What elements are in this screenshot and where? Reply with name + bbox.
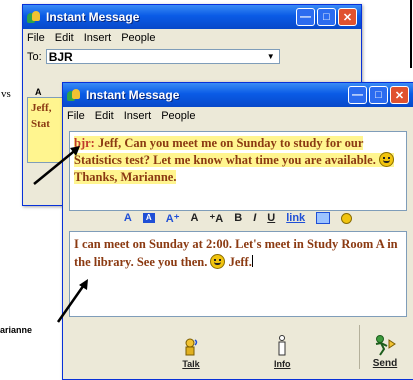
messenger-icon (27, 11, 41, 23)
front-menubar: File Edit Insert People (63, 107, 413, 124)
info-button[interactable]: Info (274, 335, 291, 369)
smiley-icon (210, 254, 226, 269)
insert-image-icon[interactable] (316, 212, 331, 224)
menu-people[interactable]: People (121, 32, 155, 44)
talk-icon (185, 338, 198, 356)
side-snippet-upper: vs (1, 88, 11, 100)
insert-link-button[interactable]: link (286, 212, 305, 224)
menu-people[interactable]: People (161, 110, 195, 122)
front-window-title: Instant Message (86, 88, 180, 102)
to-row: To: BJR ▼ (23, 46, 361, 67)
to-field[interactable]: BJR ▼ (45, 49, 280, 64)
received-message: bjr: Jeff, Can you meet me on Sunday to … (74, 136, 394, 184)
back-tab-letter: A (35, 87, 42, 97)
maximize-button[interactable]: □ (317, 8, 336, 26)
text-color-button[interactable]: A (124, 212, 132, 224)
sender-name: bjr (74, 136, 91, 150)
received-message-pane: bjr: Jeff, Can you meet me on Sunday to … (69, 131, 407, 211)
front-im-window[interactable]: Instant Message — □ ✕ File Edit Insert P… (62, 82, 413, 380)
close-button[interactable]: ✕ (390, 86, 409, 104)
format-toolbar: A A A⁺ A ⁺A B I U link (69, 208, 407, 228)
font-normal-button[interactable]: A (191, 212, 199, 224)
menu-insert[interactable]: Insert (124, 110, 152, 122)
dropdown-arrow-icon[interactable]: ▼ (267, 52, 279, 61)
text-caret (251, 255, 253, 267)
compose-signoff: Jeff. (228, 255, 252, 269)
menu-insert[interactable]: Insert (84, 32, 112, 44)
compose-field[interactable]: I can meet on Sunday at 2:00. Let's meet… (69, 231, 407, 317)
minimize-button[interactable]: — (348, 86, 367, 104)
send-icon (375, 335, 396, 356)
background-color-button[interactable]: A (142, 213, 155, 223)
bold-button[interactable]: B (234, 212, 242, 224)
to-value: BJR (48, 49, 73, 64)
back-window-title: Instant Message (46, 10, 140, 24)
close-button[interactable]: ✕ (338, 8, 357, 26)
talk-button[interactable]: Talk (182, 337, 200, 369)
send-button[interactable]: Send (372, 334, 398, 369)
side-snippet-lower: arianne (0, 325, 33, 335)
back-titlebar[interactable]: Instant Message — □ ✕ (23, 5, 361, 29)
maximize-button[interactable]: □ (369, 86, 388, 104)
font-size-larger-button[interactable]: ⁺A (209, 212, 223, 225)
menu-file[interactable]: File (67, 110, 85, 122)
button-separator (359, 325, 360, 369)
messenger-icon (67, 89, 81, 101)
menu-file[interactable]: File (27, 32, 45, 44)
received-text: Jeff, Can you meet me on Sunday to study… (74, 136, 376, 167)
smiley-icon (378, 152, 394, 167)
back-menubar: File Edit Insert People (23, 29, 361, 46)
send-label: Send (372, 358, 398, 369)
info-icon (278, 335, 286, 356)
menu-edit[interactable]: Edit (55, 32, 74, 44)
received-signoff: Thanks, Marianne. (74, 170, 177, 184)
menu-edit[interactable]: Edit (95, 110, 114, 122)
bottom-button-bar: Talk Info Send (69, 323, 407, 373)
page-border (410, 0, 412, 68)
front-titlebar[interactable]: Instant Message — □ ✕ (63, 83, 413, 107)
info-label: Info (274, 359, 291, 369)
insert-smiley-icon[interactable] (341, 212, 353, 224)
italic-button[interactable]: I (253, 212, 256, 224)
minimize-button[interactable]: — (296, 8, 315, 26)
talk-label: Talk (182, 359, 200, 369)
font-size-smaller-button[interactable]: A⁺ (166, 212, 180, 225)
to-label: To: (27, 50, 42, 63)
underline-button[interactable]: U (267, 212, 275, 224)
